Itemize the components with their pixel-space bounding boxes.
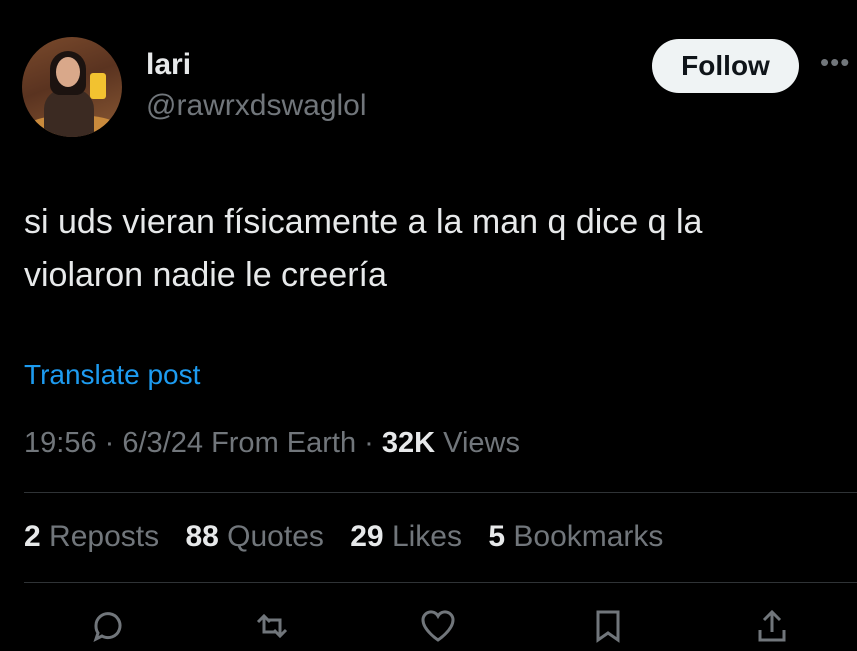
likes-stat[interactable]: 29 Likes [350,520,462,553]
share-icon[interactable] [752,606,792,646]
post-stats: 2 Reposts 88 Quotes 29 Likes 5 Bookmarks [24,520,681,554]
divider [24,492,857,493]
bookmark-icon[interactable] [588,606,628,646]
views-count: 32K [381,427,436,459]
user-handle[interactable]: @rawrxdswaglol [146,89,367,123]
translate-post-link[interactable]: Translate post [24,359,200,391]
quotes-stat[interactable]: 88 Quotes [185,520,323,553]
bookmarks-stat[interactable]: 5 Bookmarks [488,520,663,553]
display-name[interactable]: lari [146,48,191,82]
divider [24,582,857,583]
repost-icon[interactable] [252,606,292,646]
reposts-stat[interactable]: 2 Reposts [24,520,159,553]
post-date[interactable]: 6/3/24 [122,427,203,459]
views-label: Views [443,427,520,459]
reply-icon[interactable] [88,606,128,646]
avatar[interactable] [22,37,122,137]
post-meta: 19:56 · 6/3/24 From Earth · 32K Views [24,427,520,459]
post-text: si uds vieran físicamente a la man q dic… [24,203,703,294]
like-icon[interactable] [418,606,458,646]
post-time[interactable]: 19:56 [24,427,97,459]
follow-button[interactable]: Follow [652,39,799,93]
more-horizontal-icon[interactable]: ••• [820,49,857,75]
post-source: From Earth [211,427,357,459]
